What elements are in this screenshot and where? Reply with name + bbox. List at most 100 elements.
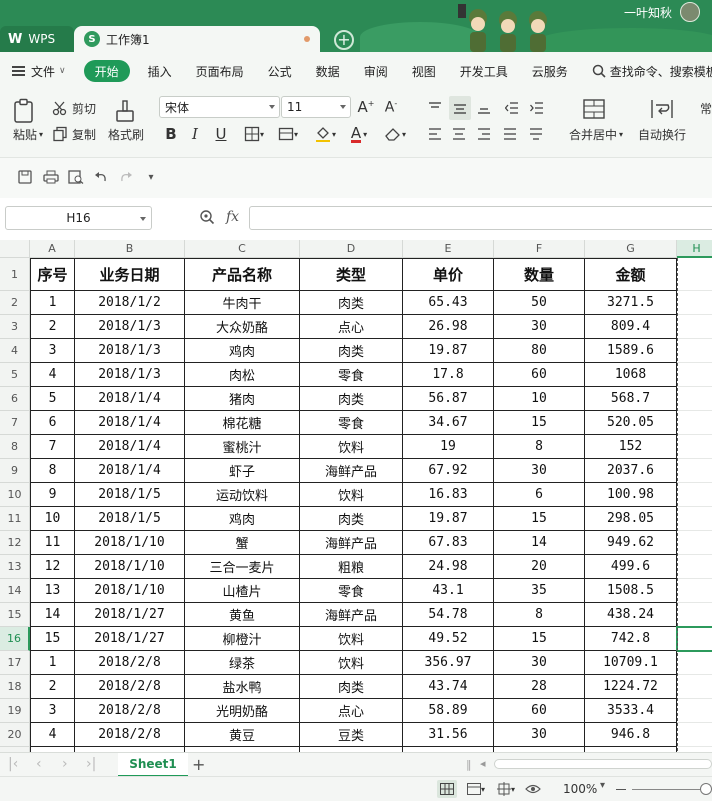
table-cell[interactable]: 19 — [403, 435, 494, 459]
wrap-text-button[interactable] — [648, 96, 676, 122]
formula-input[interactable] — [249, 206, 712, 230]
table-cell[interactable]: 43.1 — [403, 579, 494, 603]
table-cell[interactable]: 光明奶酪 — [185, 699, 300, 723]
table-cell[interactable]: 山楂片 — [185, 579, 300, 603]
normal-view-button[interactable] — [437, 780, 457, 798]
row-header[interactable]: 9 — [0, 459, 30, 483]
cut-button[interactable]: 剪切 — [52, 98, 100, 118]
column-header[interactable]: C — [185, 240, 300, 258]
column-header[interactable]: H — [677, 240, 712, 258]
table-cell[interactable]: 饮料 — [300, 651, 403, 675]
table-cell[interactable]: 14 — [494, 531, 585, 555]
table-cell[interactable]: 24.98 — [403, 555, 494, 579]
table-cell[interactable]: 56.87 — [403, 387, 494, 411]
fill-color-button[interactable]: ▾ — [308, 124, 342, 144]
conditional-format-button[interactable]: ▾ — [272, 124, 304, 144]
font-size-select[interactable]: 11 — [281, 96, 351, 118]
empty-cell[interactable] — [677, 339, 712, 363]
table-cell[interactable]: 13 — [30, 579, 75, 603]
table-header-cell[interactable]: 数量 — [494, 258, 585, 291]
table-cell[interactable]: 949.62 — [585, 531, 677, 555]
table-cell[interactable]: 2018/1/4 — [75, 387, 185, 411]
table-cell[interactable]: 49.52 — [403, 627, 494, 651]
table-cell[interactable]: 54.78 — [403, 603, 494, 627]
table-cell[interactable]: 蜜桃汁 — [185, 435, 300, 459]
table-cell[interactable]: 2018/1/4 — [75, 411, 185, 435]
table-cell[interactable]: 4 — [30, 363, 75, 387]
table-cell[interactable]: 鸡肉 — [185, 507, 300, 531]
row-header[interactable]: 13 — [0, 555, 30, 579]
table-cell[interactable]: 30 — [494, 459, 585, 483]
table-cell[interactable]: 60 — [494, 699, 585, 723]
table-cell[interactable]: 肉类 — [300, 387, 403, 411]
table-cell[interactable]: 2018/1/10 — [75, 579, 185, 603]
italic-button[interactable]: I — [186, 124, 204, 144]
table-cell[interactable]: 152 — [585, 435, 677, 459]
font-family-select[interactable]: 宋体 — [159, 96, 280, 118]
table-cell[interactable]: 蟹 — [185, 531, 300, 555]
prev-sheet-icon[interactable]: ‹ — [36, 756, 42, 772]
row-header[interactable]: 8 — [0, 435, 30, 459]
row-header[interactable]: 14 — [0, 579, 30, 603]
table-cell[interactable]: 绿茶 — [185, 651, 300, 675]
row-header[interactable]: 15 — [0, 603, 30, 627]
column-header[interactable]: A — [30, 240, 75, 258]
table-cell[interactable]: 8 — [494, 435, 585, 459]
table-cell[interactable]: 20 — [494, 555, 585, 579]
format-painter-button[interactable] — [110, 98, 140, 124]
table-cell[interactable]: 点心 — [300, 315, 403, 339]
user-name[interactable]: 一叶知秋 — [624, 4, 672, 21]
table-cell[interactable]: 牛肉干 — [185, 291, 300, 315]
empty-cell[interactable] — [677, 579, 712, 603]
table-cell[interactable]: 肉类 — [300, 675, 403, 699]
table-cell[interactable]: 3 — [30, 699, 75, 723]
tab-insert[interactable]: 插入 — [136, 60, 184, 82]
wps-home-tab[interactable]: W WPS — [0, 26, 74, 52]
first-sheet-icon[interactable]: |‹ — [8, 756, 18, 772]
table-cell[interactable]: 6 — [494, 483, 585, 507]
empty-cell[interactable] — [677, 651, 712, 675]
row-header[interactable]: 16 — [0, 627, 30, 651]
merge-center-button[interactable] — [580, 96, 608, 122]
table-cell[interactable]: 2018/1/27 — [75, 627, 185, 651]
empty-cell[interactable] — [677, 699, 712, 723]
empty-cell[interactable] — [677, 258, 712, 291]
zoom-slider-handle[interactable] — [700, 783, 712, 795]
table-cell[interactable]: 肉类 — [300, 507, 403, 531]
merge-center-menu[interactable]: 合并居中 ▾ — [563, 126, 629, 142]
table-cell[interactable]: 15 — [494, 627, 585, 651]
table-cell[interactable]: 15 — [494, 411, 585, 435]
clear-format-button[interactable]: ▾ — [380, 124, 410, 144]
file-menu[interactable]: 文件 ∨ — [0, 60, 78, 82]
table-cell[interactable]: 10709.1 — [585, 651, 677, 675]
tab-formulas[interactable]: 公式 — [256, 60, 304, 82]
table-cell[interactable]: 肉松 — [185, 363, 300, 387]
table-cell[interactable]: 粗粮 — [300, 555, 403, 579]
copy-button[interactable]: 复制 — [52, 124, 100, 144]
next-sheet-icon[interactable]: › — [62, 756, 68, 772]
table-cell[interactable]: 肉类 — [300, 291, 403, 315]
table-cell[interactable]: 1 — [30, 651, 75, 675]
table-cell[interactable]: 2018/1/3 — [75, 315, 185, 339]
table-cell[interactable]: 2018/1/5 — [75, 483, 185, 507]
avatar[interactable] — [680, 2, 700, 22]
table-cell[interactable]: 1508.5 — [585, 579, 677, 603]
table-cell[interactable]: 2018/1/4 — [75, 459, 185, 483]
table-cell[interactable]: 6 — [30, 411, 75, 435]
table-cell[interactable]: 60 — [494, 363, 585, 387]
table-cell[interactable]: 饮料 — [300, 627, 403, 651]
tab-home[interactable]: 开始 — [83, 60, 130, 82]
table-cell[interactable]: 3 — [30, 339, 75, 363]
tab-cloud[interactable]: 云服务 — [520, 60, 580, 82]
undo-button[interactable] — [92, 168, 110, 186]
column-header[interactable]: E — [403, 240, 494, 258]
table-cell[interactable]: 8 — [30, 459, 75, 483]
row-header[interactable]: 17 — [0, 651, 30, 675]
table-cell[interactable]: 31.56 — [403, 723, 494, 747]
row-header[interactable]: 6 — [0, 387, 30, 411]
name-box[interactable]: H16 — [5, 206, 152, 230]
table-cell[interactable]: 26.98 — [403, 315, 494, 339]
table-cell[interactable]: 点心 — [300, 699, 403, 723]
page-break-view-button[interactable]: ▾ — [492, 780, 520, 798]
wrap-text-label-wrap[interactable]: 自动换行 — [632, 126, 692, 142]
